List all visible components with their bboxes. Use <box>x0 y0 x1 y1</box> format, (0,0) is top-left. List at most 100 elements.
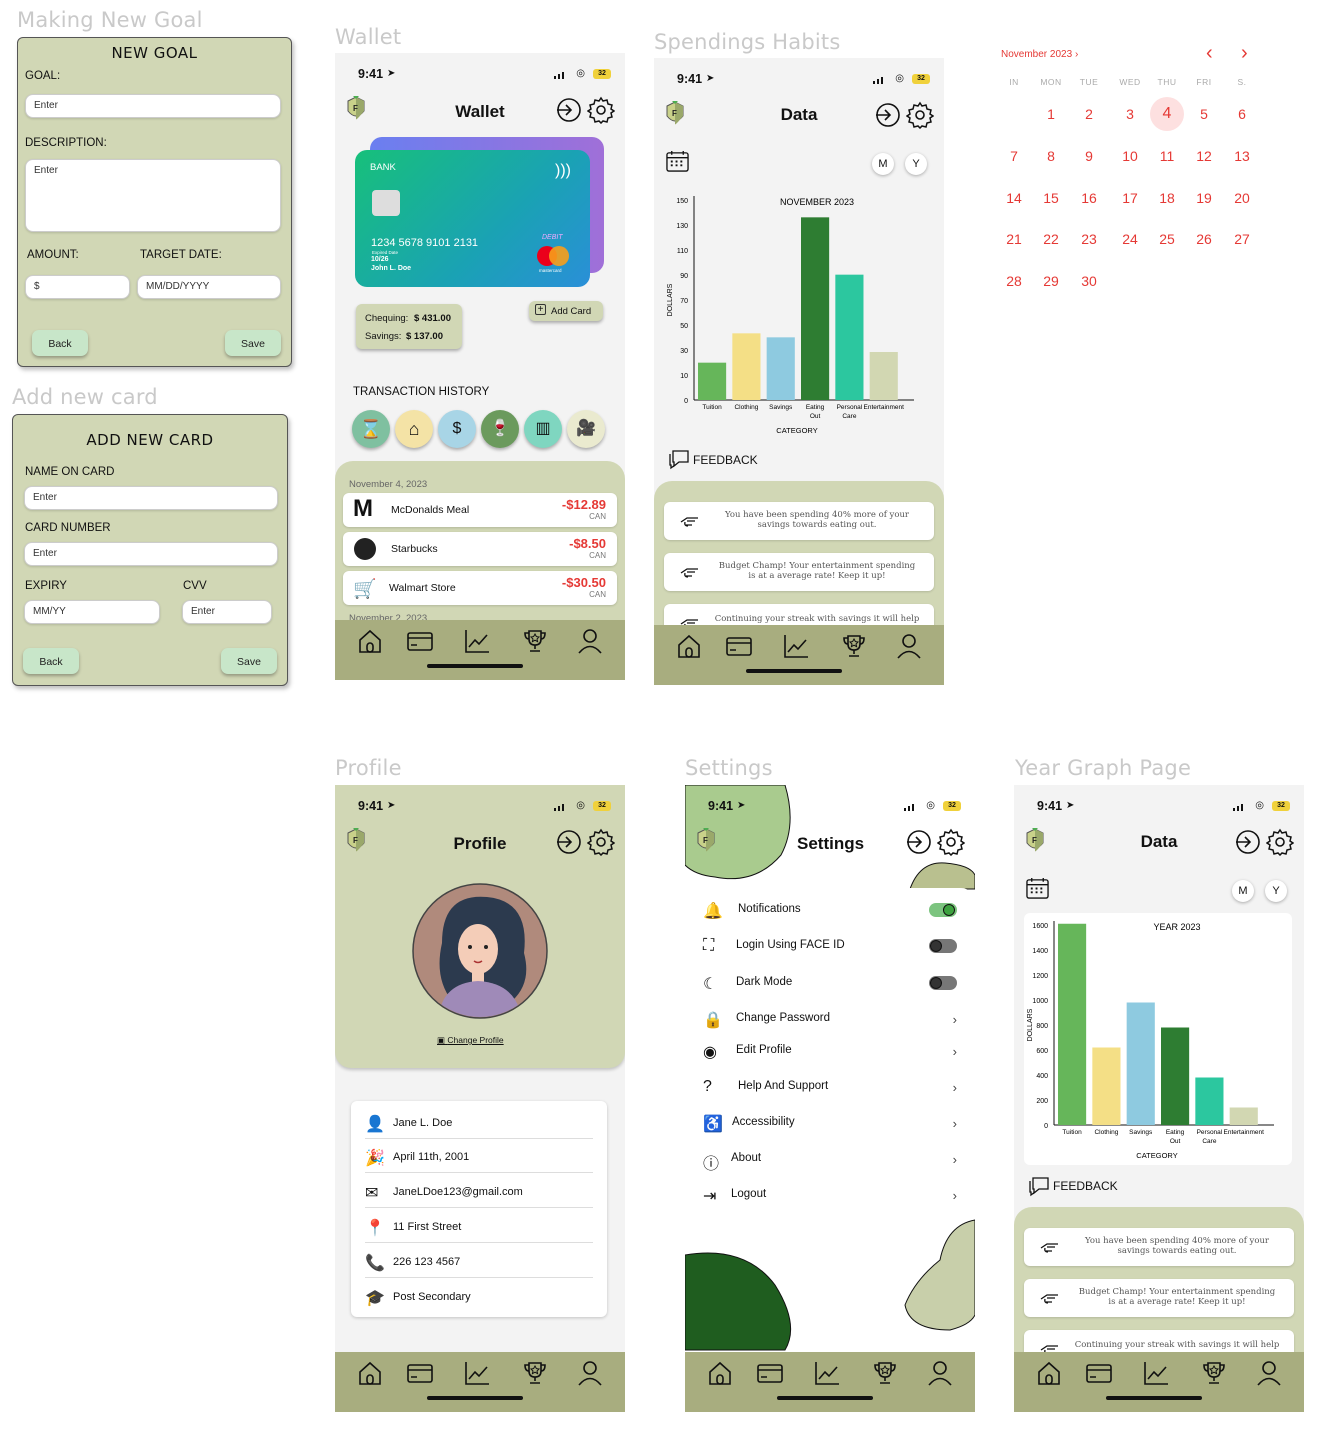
change-profile-link[interactable]: ▣ Change Profile <box>437 1035 527 1046</box>
calendar-day[interactable]: 29 <box>1034 273 1068 289</box>
dining-icon[interactable]: 🍷 <box>481 410 519 448</box>
add-card-button[interactable]: + Add Card <box>529 301 603 321</box>
calendar-month[interactable]: November 2023 › <box>1001 49 1078 60</box>
prev-month-icon[interactable]: ‹ <box>1206 42 1213 65</box>
calendar-day[interactable]: 25 <box>1150 231 1184 247</box>
settings-gear-icon[interactable] <box>937 828 965 856</box>
login-icon[interactable] <box>1233 828 1261 856</box>
calendar-day[interactable]: 23 <box>1072 231 1106 247</box>
bar-clothing[interactable] <box>1092 1047 1121 1126</box>
settings-row-dark-mode[interactable]: ☾ Dark Mode <box>703 972 957 996</box>
calendar-day[interactable]: 24 <box>1113 231 1147 247</box>
card-icon[interactable] <box>1086 1360 1112 1386</box>
home-icon[interactable] <box>357 1360 383 1386</box>
bar-personal-care[interactable] <box>1195 1077 1224 1126</box>
cvv-input[interactable]: Enter <box>182 600 272 624</box>
settings-row-change-password[interactable]: 🔒 Change Password › <box>703 1008 957 1032</box>
calendar-day-selected[interactable]: 4 <box>1150 97 1184 131</box>
card-icon[interactable] <box>757 1360 783 1386</box>
profile-icon[interactable] <box>896 633 922 659</box>
month-toggle[interactable]: M <box>1232 880 1254 902</box>
calendar-day[interactable]: 30 <box>1072 273 1106 289</box>
bar-eating-out[interactable] <box>801 217 830 400</box>
app-logo-icon[interactable] <box>695 827 717 853</box>
savings-icon[interactable]: $ <box>438 410 476 448</box>
card-icon[interactable] <box>407 1360 433 1386</box>
avatar[interactable] <box>412 883 548 1019</box>
calendar-day[interactable]: 28 <box>997 273 1031 289</box>
settings-gear-icon[interactable] <box>906 101 934 129</box>
transaction-row[interactable]: Starbucks -$8.50 CAN <box>343 532 617 566</box>
chart-icon[interactable] <box>814 1360 840 1386</box>
bar-entertainment[interactable] <box>869 352 898 400</box>
calendar-day[interactable]: 11 <box>1150 148 1184 164</box>
profile-row[interactable]: 📞 226 123 4567 <box>365 1244 593 1278</box>
chart-icon[interactable] <box>464 1360 490 1386</box>
home-icon[interactable] <box>676 633 702 659</box>
chart-icon[interactable] <box>1143 1360 1169 1386</box>
card-number-input[interactable]: Enter <box>24 542 278 566</box>
calendar-day[interactable]: 8 <box>1034 148 1068 164</box>
transaction-row[interactable]: 🛒 Walmart Store -$30.50 CAN <box>343 571 617 605</box>
login-icon[interactable] <box>904 828 932 856</box>
calendar-day[interactable]: 9 <box>1072 148 1106 164</box>
trophy-icon[interactable] <box>1201 1360 1227 1386</box>
profile-row[interactable]: 🎉 April 11th, 2001 <box>365 1139 593 1173</box>
calendar-day[interactable]: 17 <box>1113 190 1147 206</box>
feedback-card[interactable]: You have been spending 40% more of your … <box>1024 1228 1294 1266</box>
bar-savings[interactable] <box>766 337 795 400</box>
save-button[interactable]: Save <box>221 648 277 674</box>
settings-gear-icon[interactable] <box>587 96 615 124</box>
clothing-icon[interactable]: ⌂ <box>395 410 433 448</box>
transaction-row[interactable]: M McDonalds Meal -$12.89 CAN <box>343 493 617 527</box>
profile-row[interactable]: 🎓 Post Secondary <box>365 1279 593 1313</box>
calendar-day[interactable]: 22 <box>1034 231 1068 247</box>
settings-row-notifications[interactable]: 🔔 Notifications <box>703 899 957 923</box>
profile-icon[interactable] <box>577 628 603 654</box>
calendar-day[interactable]: 5 <box>1187 106 1221 122</box>
save-button[interactable]: Save <box>225 330 281 356</box>
next-month-icon[interactable]: › <box>1241 42 1248 65</box>
profile-icon[interactable] <box>577 1360 603 1386</box>
calendar-day[interactable]: 13 <box>1225 148 1259 164</box>
personal-care-icon[interactable]: ▥ <box>524 410 562 448</box>
goal-input[interactable]: Enter <box>25 94 281 118</box>
trophy-icon[interactable] <box>872 1360 898 1386</box>
card-icon[interactable] <box>726 633 752 659</box>
login-icon[interactable] <box>554 828 582 856</box>
calendar-day[interactable]: 20 <box>1225 190 1259 206</box>
feedback-card[interactable]: You have been spending 40% more of your … <box>664 502 934 540</box>
login-icon[interactable] <box>873 101 901 129</box>
bank-card[interactable]: BANK ))) 1234 5678 9101 2131 Expired Dat… <box>355 150 590 287</box>
chart-icon[interactable] <box>464 628 490 654</box>
bar-entertainment[interactable] <box>1229 1107 1258 1126</box>
profile-row[interactable]: ✉ JaneLDoe123@gmail.com <box>365 1174 593 1208</box>
feedback-card[interactable]: Budget Champ! Your entertainment spendin… <box>1024 1279 1294 1317</box>
description-input[interactable]: Enter <box>25 159 281 232</box>
expiry-input[interactable]: MM/YY <box>24 600 160 624</box>
card-icon[interactable] <box>407 628 433 654</box>
settings-gear-icon[interactable] <box>1266 828 1294 856</box>
month-toggle[interactable]: M <box>872 153 894 175</box>
face-id-toggle[interactable] <box>929 939 957 953</box>
calendar-day[interactable]: 14 <box>997 190 1031 206</box>
settings-row-help[interactable]: ? Help And Support › <box>703 1076 957 1100</box>
entertainment-icon[interactable]: 🎥 <box>567 410 605 448</box>
feedback-card[interactable]: Budget Champ! Your entertainment spendin… <box>664 553 934 591</box>
back-button[interactable]: Back <box>23 648 79 674</box>
settings-gear-icon[interactable] <box>587 828 615 856</box>
settings-row-about[interactable]: ⓘ About › <box>703 1148 957 1173</box>
year-toggle[interactable]: Y <box>905 153 927 175</box>
bar-personal-care[interactable] <box>835 274 864 400</box>
bar-tuition[interactable] <box>1058 923 1087 1125</box>
calendar-day[interactable]: 27 <box>1225 231 1259 247</box>
tuition-icon[interactable]: ⌛ <box>352 410 390 448</box>
bar-clothing[interactable] <box>732 333 761 400</box>
back-button[interactable]: Back <box>32 330 88 356</box>
settings-row-accessibility[interactable]: ♿ Accessibility › <box>703 1112 957 1136</box>
settings-row-face-id[interactable]: ⛶ Login Using FACE ID <box>703 935 957 959</box>
calendar-day[interactable]: 7 <box>997 148 1031 164</box>
profile-row[interactable]: 📍 11 First Street <box>365 1209 593 1243</box>
login-icon[interactable] <box>554 96 582 124</box>
trophy-icon[interactable] <box>522 628 548 654</box>
